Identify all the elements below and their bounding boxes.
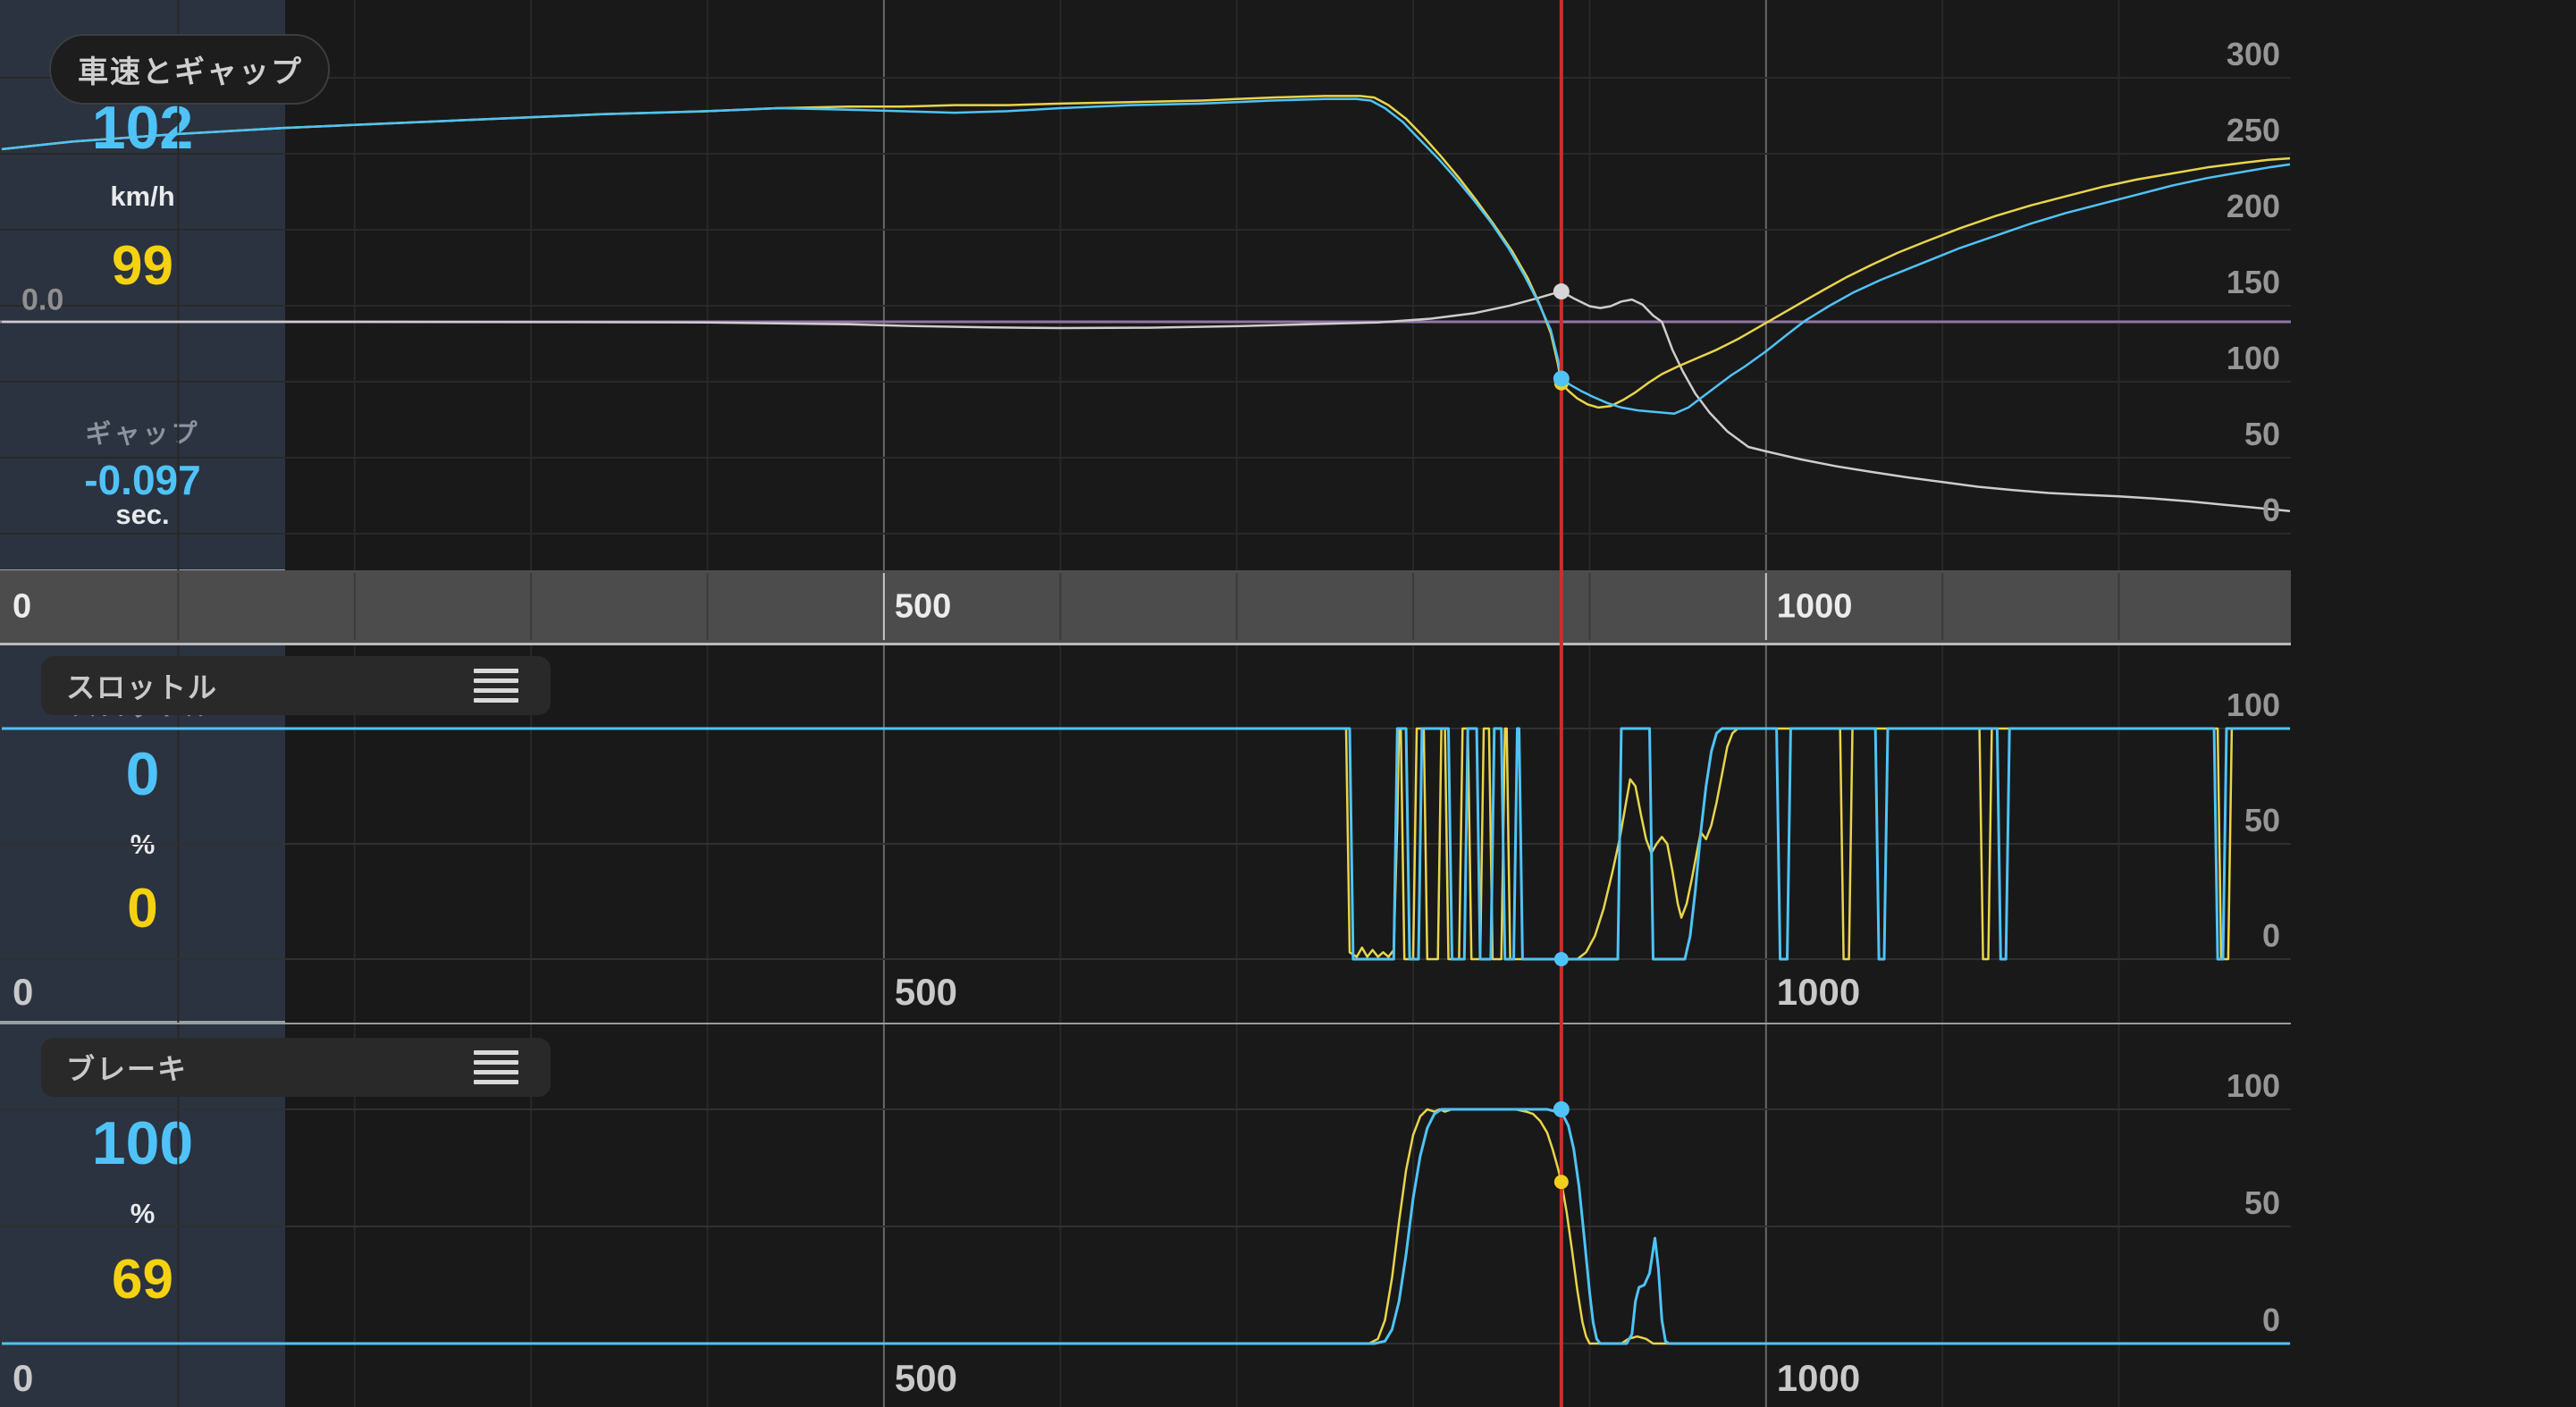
speed-trace-blue [2,99,2290,414]
throttle-panel-button[interactable]: スロットル [41,656,551,715]
throttle-cursor-marker-blue [1554,952,1569,966]
brake-panel-title: ブレーキ [66,1047,188,1088]
speed-cursor-marker-blue [1553,371,1570,387]
cursor-line[interactable] [1560,0,1563,1407]
speed-gap-title: 車速とギャップ [78,47,303,91]
gap-trace [2,291,2290,511]
brake-cursor-marker-blue [1553,1101,1570,1117]
brake-panel-button[interactable]: ブレーキ [41,1038,551,1097]
speed-gap-title-pill[interactable]: 車速とギャップ [49,34,330,105]
gap-cursor-marker [1553,283,1570,299]
throttle-panel-title: スロットル [66,665,218,706]
menu-icon[interactable] [474,1050,518,1084]
brake-cursor-marker-yellow [1554,1175,1569,1189]
menu-icon[interactable] [474,669,518,703]
telemetry-app: 3002502001501005001005001005000.00500100… [0,0,2576,1407]
speed-trace-yellow [2,96,2290,408]
